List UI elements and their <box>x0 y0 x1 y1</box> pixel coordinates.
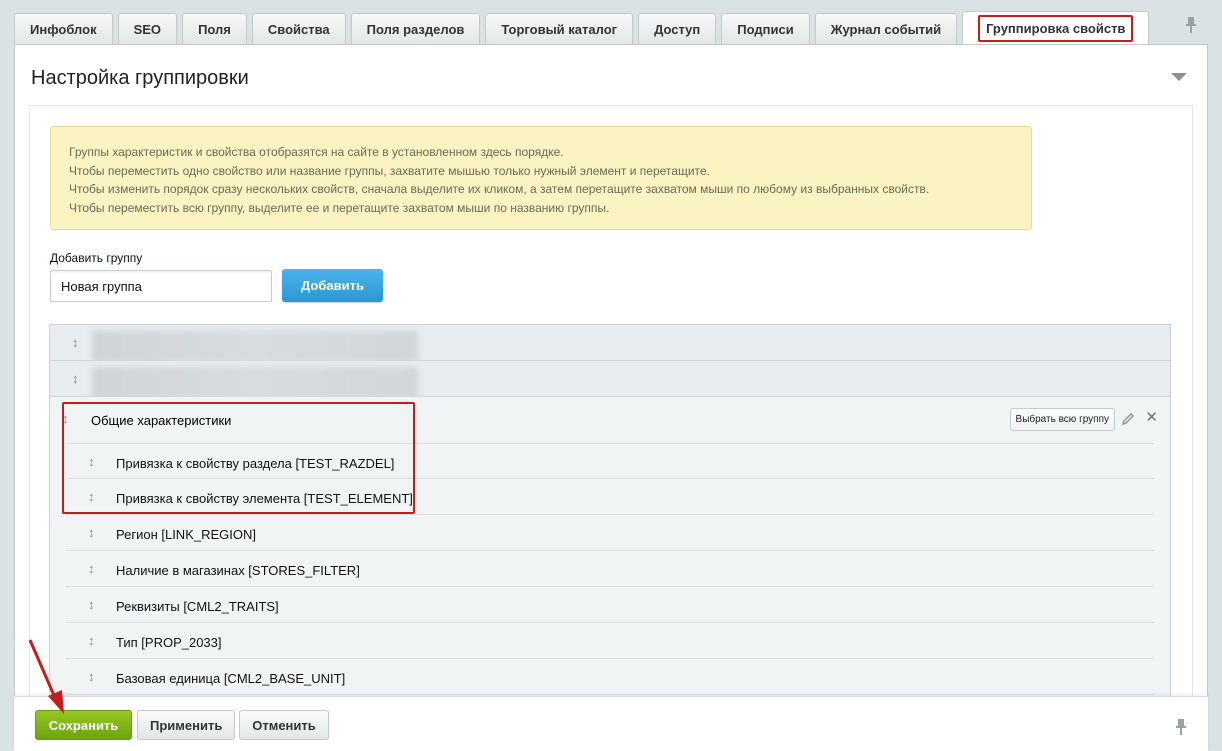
tab-access[interactable]: Доступ <box>638 13 717 45</box>
apply-button[interactable]: Применить <box>137 710 235 740</box>
tab-seo[interactable]: SEO <box>117 13 178 45</box>
property-row[interactable]: ↕ Реквизиты [CML2_TRAITS] <box>66 587 1154 623</box>
drag-handle-icon[interactable]: ↕ <box>88 669 95 684</box>
footer-bar: Сохранить Применить Отменить <box>14 696 1208 751</box>
drag-handle-icon[interactable]: ↕ <box>72 371 79 386</box>
property-label: Реквизиты [CML2_TRAITS] <box>116 599 279 614</box>
property-row[interactable]: ↕ Базовая единица [CML2_BASE_UNIT] <box>66 659 1154 695</box>
cancel-button[interactable]: Отменить <box>239 710 329 740</box>
tab-properties[interactable]: Свойства <box>251 13 346 45</box>
notice-line: Чтобы изменить порядок сразу нескольких … <box>69 182 930 196</box>
collapse-arrow-icon[interactable] <box>1171 73 1187 81</box>
property-label: Наличие в магазинах [STORES_FILTER] <box>116 563 360 578</box>
group-name-input[interactable] <box>50 270 272 302</box>
notice-line: Чтобы переместить одно свойство или назв… <box>69 163 710 178</box>
group-name: Общие характеристики <box>91 413 232 428</box>
tab-property-grouping-label: Группировка свойств <box>978 15 1134 42</box>
tab-infoblock[interactable]: Инфоблок <box>14 13 113 45</box>
drag-handle-icon[interactable]: ↕ <box>88 489 95 504</box>
panel-title: Настройка группировки <box>31 67 249 89</box>
tab-fields[interactable]: Поля <box>182 13 247 45</box>
blurred-group-name <box>92 331 418 363</box>
panel-content: Группы характеристик и свойства отобразя… <box>29 105 1193 706</box>
drag-handle-icon[interactable]: ↕ <box>88 561 95 576</box>
drag-handle-icon[interactable]: ↕ <box>88 633 95 648</box>
pin-icon[interactable] <box>1174 718 1188 736</box>
property-label: Привязка к свойству раздела [TEST_RAZDEL… <box>116 456 395 471</box>
blurred-group-name <box>92 367 418 399</box>
tab-bar: Инфоблок SEO Поля Свойства Поля разделов… <box>14 11 1154 45</box>
add-group-button[interactable]: Добавить <box>282 269 383 302</box>
group-row[interactable]: ↕ <box>50 361 1170 399</box>
group-general-characteristics[interactable]: ↕ Общие характеристики Выбрать всю групп… <box>50 397 1170 697</box>
notice-line: Группы характеристик и свойства отобразя… <box>69 145 564 159</box>
property-row[interactable]: ↕ Тип [PROP_2033] <box>66 623 1154 659</box>
save-button[interactable]: Сохранить <box>35 710 132 740</box>
add-group-label: Добавить группу <box>50 251 143 265</box>
groups-list: ↕ ↕ ↕ Общие характеристики Выбрать всю г… <box>49 324 1171 706</box>
property-row[interactable]: ↕ Наличие в магазинах [STORES_FILTER] <box>66 551 1154 587</box>
tab-captions[interactable]: Подписи <box>721 13 810 45</box>
notice-line: Чтобы переместить всю группу, выделите е… <box>69 200 610 215</box>
tab-trade-catalog[interactable]: Торговый каталог <box>485 13 634 45</box>
drag-handle-icon[interactable]: ↕ <box>88 454 95 469</box>
property-list: ↕ Привязка к свойству раздела [TEST_RAZD… <box>66 443 1154 695</box>
pin-icon[interactable] <box>1184 16 1198 34</box>
property-row[interactable]: ↕ Регион [LINK_REGION] <box>66 515 1154 551</box>
tab-event-log[interactable]: Журнал событий <box>814 13 958 45</box>
info-notice: Группы характеристик и свойства отобразя… <box>50 126 1032 230</box>
property-label: Привязка к свойству элемента [TEST_ELEME… <box>116 491 413 506</box>
property-label: Базовая единица [CML2_BASE_UNIT] <box>116 671 346 686</box>
grouping-panel: Настройка группировки Группы характерист… <box>14 44 1208 706</box>
property-row[interactable]: ↕ Привязка к свойству раздела [TEST_RAZD… <box>66 443 1154 479</box>
property-label: Тип [PROP_2033] <box>116 635 222 650</box>
group-row[interactable]: ↕ <box>50 325 1170 363</box>
tab-section-fields[interactable]: Поля разделов <box>350 13 481 45</box>
property-row[interactable]: ↕ Привязка к свойству элемента [TEST_ELE… <box>66 479 1154 515</box>
select-whole-group-button[interactable]: Выбрать всю группу <box>1009 408 1115 431</box>
drag-handle-icon[interactable]: ↕ <box>72 335 79 350</box>
close-icon[interactable]: ✕ <box>1145 410 1158 425</box>
drag-handle-icon[interactable]: ↕ <box>88 525 95 540</box>
property-label: Регион [LINK_REGION] <box>116 527 256 542</box>
drag-handle-icon[interactable]: ↕ <box>88 597 95 612</box>
drag-handle-icon[interactable]: ↕ <box>62 411 69 426</box>
tab-property-grouping[interactable]: Группировка свойств <box>962 11 1150 45</box>
pencil-icon[interactable] <box>1121 412 1135 426</box>
